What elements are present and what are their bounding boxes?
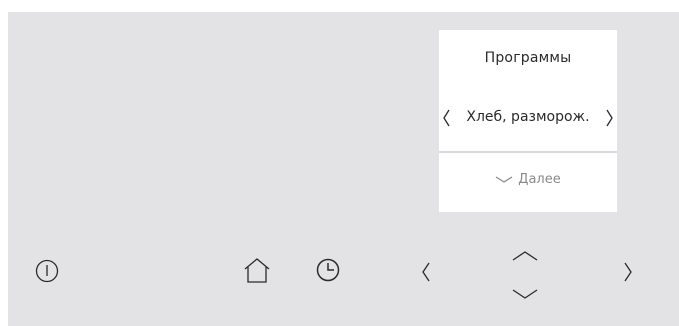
programs-card: Программы Хлеб, разморож. Далее [439,30,617,212]
clock-icon [316,258,340,282]
power-icon [35,259,59,283]
nav-right-button[interactable] [616,258,640,286]
chevron-left-icon [422,262,430,282]
program-prev-button[interactable] [440,107,454,129]
program-selector: Хлеб, разморож. [439,107,617,129]
nav-down-button[interactable] [508,284,542,304]
chevron-left-icon [443,109,450,127]
home-button[interactable] [241,254,273,286]
control-panel: Программы Хлеб, разморож. Далее [8,12,679,326]
chevron-up-icon [512,251,538,261]
program-next-button[interactable] [602,107,616,129]
chevron-right-icon [624,262,632,282]
chevron-down-icon [512,289,538,299]
more-button-content: Далее [439,172,617,187]
power-button[interactable] [32,256,62,286]
more-button[interactable]: Далее [439,153,617,212]
chevron-down-icon [495,175,513,183]
home-icon [244,258,270,283]
selected-program[interactable]: Хлеб, разморож. [453,109,603,125]
chevron-right-icon [606,109,613,127]
timer-button[interactable] [313,255,343,285]
nav-up-button[interactable] [508,246,542,266]
nav-left-button[interactable] [414,258,438,286]
programs-title: Программы [484,50,572,66]
more-label: Далее [518,172,561,187]
